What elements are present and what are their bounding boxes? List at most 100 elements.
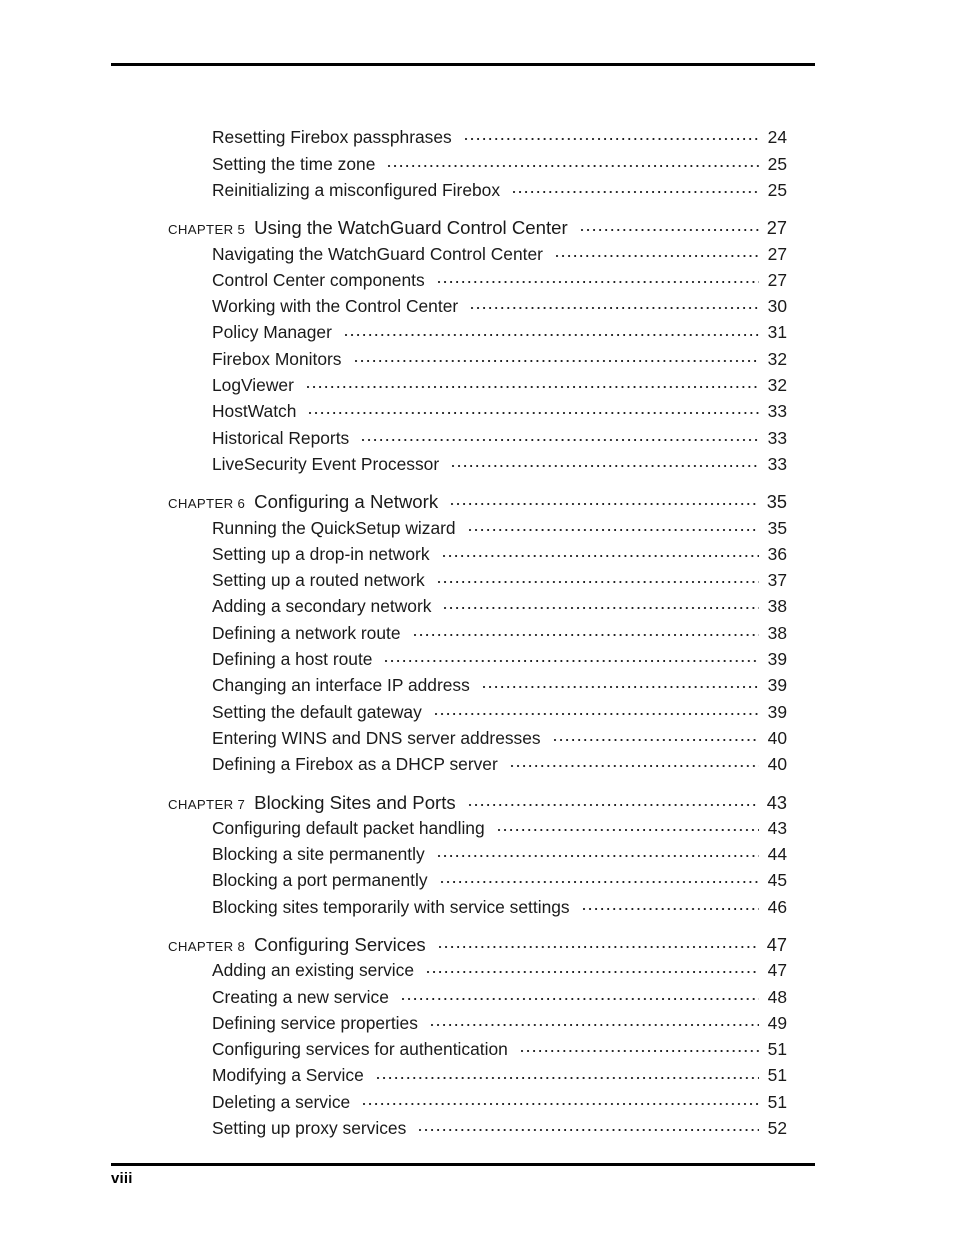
toc-entry-title: Adding an existing service (212, 960, 415, 981)
toc-entry-line[interactable]: Firebox Monitors 32 (0, 347, 954, 373)
dot-leader (442, 542, 759, 559)
toc-page-number: 30 (767, 296, 787, 317)
toc-entry-line[interactable]: Setting up a drop-in network 36 (0, 542, 954, 568)
toc-list: Resetting Firebox passphrases 24 Setting t… (0, 126, 954, 1143)
toc-entry-title: Adding a secondary network (212, 596, 432, 617)
toc-entry-line[interactable]: Resetting Firebox passphrases 24 (0, 126, 954, 152)
toc-entry-line[interactable]: Navigating the WatchGuard Control Center… (0, 242, 954, 268)
dot-leader (413, 621, 759, 638)
toc-entry-line[interactable]: Working with the Control Center 30 (0, 295, 954, 321)
toc-entry-line[interactable]: Adding an existing service 47 (0, 959, 954, 985)
dot-leader (419, 1117, 759, 1134)
toc-entry-title: Historical Reports (212, 427, 350, 448)
toc-entry-title: LogViewer (212, 375, 294, 396)
toc-chapter-line[interactable]: CHAPTER 7 Blocking Sites and Ports 43 (0, 790, 954, 816)
toc-chapter-line[interactable]: CHAPTER 6 Configuring a Network 35 (0, 490, 954, 516)
toc-entry-line[interactable]: Running the QuickSetup wizard 35 (0, 516, 954, 542)
toc-chapter-line[interactable]: CHAPTER 5 Using the WatchGuard Control Ce… (0, 216, 954, 242)
toc-entry-line[interactable]: Changing an interface IP address 39 (0, 674, 954, 700)
page-folio: viii (111, 1170, 133, 1187)
toc-page-number: 38 (767, 596, 787, 617)
toc-entry-line[interactable]: Configuring services for authentication 5… (0, 1038, 954, 1064)
toc-entry-title: Running the QuickSetup wizard (212, 517, 456, 538)
toc-chapter-title: Using the WatchGuard Control Center (254, 217, 568, 239)
toc-entry-line[interactable]: Setting the default gateway 39 (0, 700, 954, 726)
toc-chapter-title: Configuring a Network (254, 491, 439, 513)
dot-leader (427, 959, 759, 976)
footer-rule (111, 1163, 815, 1166)
toc-chapter-line[interactable]: CHAPTER 8 Configuring Services 47 (0, 933, 954, 959)
toc-entry-title: Control Center components (212, 269, 425, 290)
toc-entry-line[interactable]: Historical Reports 33 (0, 426, 954, 452)
toc-entry-title: HostWatch (212, 401, 297, 422)
toc-entry-title: Defining a Firebox as a DHCP server (212, 754, 498, 775)
toc-entry-line[interactable]: Adding a secondary network 38 (0, 595, 954, 621)
toc-entry-title: Setting up a routed network (212, 570, 425, 591)
toc-page-number: 32 (767, 375, 787, 396)
toc-entry-title: Configuring default packet handling (212, 817, 485, 838)
toc-page-number: 46 (767, 896, 787, 917)
toc-entry-line[interactable]: Configuring default packet handling 43 (0, 816, 954, 842)
toc-entry-line[interactable]: Policy Manager 31 (0, 321, 954, 347)
toc-entry-title: Navigating the WatchGuard Control Center (212, 243, 543, 264)
dot-leader (309, 400, 759, 417)
toc-entry-line[interactable]: Setting up a routed network 37 (0, 569, 954, 595)
toc-entry-line[interactable]: Defining a host route 39 (0, 648, 954, 674)
toc-entry-line[interactable]: Setting up proxy services 52 (0, 1117, 954, 1143)
dot-leader (468, 516, 759, 533)
header-rule (111, 63, 815, 66)
toc-chapter-label: CHAPTER 6 (168, 496, 246, 512)
dot-leader (555, 242, 759, 259)
dot-leader (354, 347, 759, 364)
toc-page-number: 51 (767, 1065, 787, 1086)
dot-leader (344, 321, 759, 338)
toc-entry-line[interactable]: Setting the time zone 25 (0, 152, 954, 178)
toc-entry-line[interactable]: Reinitializing a misconfigured Firebox 25 (0, 179, 954, 205)
toc-entry-line[interactable]: LiveSecurity Event Processor 33 (0, 453, 954, 479)
toc-page-number: 31 (767, 322, 787, 343)
toc-entry-title: Reinitializing a misconfigured Firebox (212, 179, 501, 200)
toc-page-number: 39 (767, 675, 787, 696)
dot-leader (452, 453, 759, 470)
toc-page-number: 33 (767, 401, 787, 422)
toc-page-number: 40 (767, 727, 787, 748)
toc-entry-line[interactable]: Defining a network route 38 (0, 621, 954, 647)
dot-leader (464, 126, 759, 143)
toc-entry-title: Policy Manager (212, 322, 332, 343)
toc-entry-line[interactable]: Blocking sites temporarily with service … (0, 895, 954, 921)
toc-entry-line[interactable]: Defining service properties 49 (0, 1012, 954, 1038)
toc-entry-line[interactable]: Blocking a port permanently 45 (0, 869, 954, 895)
toc-entry-line[interactable]: Entering WINS and DNS server addresses 40 (0, 727, 954, 753)
toc-entry-title: Blocking a site permanently (212, 844, 425, 865)
dot-leader (471, 295, 759, 312)
toc-entry-line[interactable]: Defining a Firebox as a DHCP server 40 (0, 753, 954, 779)
toc-chapter-label: CHAPTER 8 (168, 939, 246, 955)
toc-entry-line[interactable]: Blocking a site permanently 44 (0, 843, 954, 869)
dot-leader (497, 816, 759, 833)
toc-page-number: 49 (767, 1012, 787, 1033)
toc-chapter-label: CHAPTER 7 (168, 796, 246, 812)
dot-leader (430, 1012, 759, 1029)
toc-page-number: 32 (767, 348, 787, 369)
dot-leader (385, 648, 759, 665)
toc-page: Resetting Firebox passphrases 24 Setting t… (0, 0, 954, 1235)
toc-page-number: 35 (767, 517, 787, 538)
toc-entry-line[interactable]: Deleting a service 51 (0, 1090, 954, 1116)
toc-entry-line[interactable]: LogViewer 32 (0, 374, 954, 400)
toc-entry-title: Defining a network route (212, 622, 401, 643)
toc-page-number: 25 (767, 153, 787, 174)
toc-entry-line[interactable]: Creating a new service 48 (0, 985, 954, 1011)
toc-entry-title: Blocking a port permanently (212, 870, 428, 891)
toc-entry-line[interactable]: Modifying a Service 51 (0, 1064, 954, 1090)
toc-entry-title: Resetting Firebox passphrases (212, 127, 452, 148)
dot-leader (520, 1038, 759, 1055)
toc-page-number: 40 (767, 754, 787, 775)
toc-page-number: 43 (766, 792, 787, 813)
dot-leader (513, 179, 759, 196)
toc-entry-line[interactable]: HostWatch 33 (0, 400, 954, 426)
dot-leader (437, 268, 759, 285)
toc-entry-line[interactable]: Control Center components 27 (0, 268, 954, 294)
dot-leader (510, 753, 759, 770)
dot-leader (362, 426, 759, 443)
dot-leader (437, 843, 759, 860)
